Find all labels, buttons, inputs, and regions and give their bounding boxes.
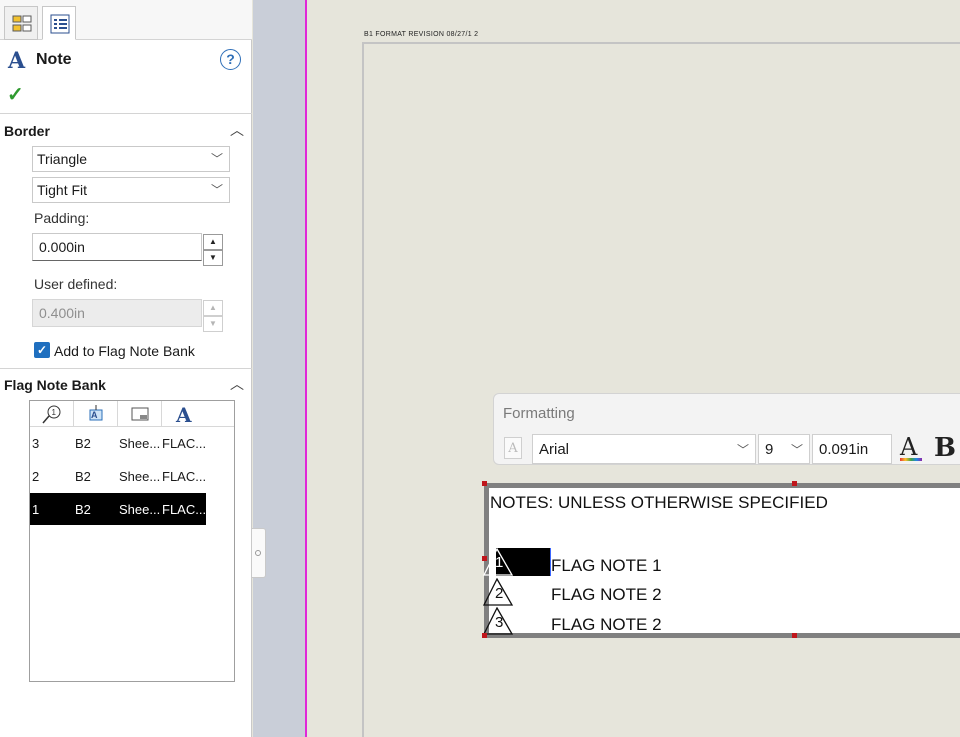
border-size-value: Tight Fit (37, 182, 88, 198)
flag-bank-group-title: Flag Note Bank (4, 377, 106, 393)
border-group-title: Border (4, 123, 50, 139)
color-swatch-bar (900, 458, 922, 461)
column-header-text[interactable]: A (162, 401, 206, 427)
property-header: A Note ? ✓ (0, 44, 252, 114)
resize-handle[interactable] (482, 556, 487, 561)
table-row[interactable]: 2 B2 Shee... FLAC... (30, 460, 206, 492)
row-number: 2 (32, 469, 40, 484)
flag-number: 1 (495, 554, 504, 571)
bold-button[interactable]: B (934, 433, 956, 463)
resize-handle[interactable] (482, 633, 487, 638)
flag-note-bank-list[interactable]: 1 A A 3 B2 Shee... FLAC... 2 B2 Shee... … (29, 400, 235, 682)
user-defined-label: User defined: (34, 276, 118, 292)
splitter-grip-handle[interactable] (252, 528, 266, 578)
padding-value: 0.000in (39, 239, 85, 255)
row-zone: B2 (75, 436, 91, 451)
font-size-select[interactable]: 9 ﹀ (758, 434, 810, 464)
svg-text:1: 1 (52, 408, 57, 417)
table-row[interactable]: 3 B2 Shee... FLAC... (30, 427, 206, 459)
help-icon[interactable]: ? (220, 49, 241, 70)
panel-tab-strip (0, 0, 252, 40)
increment-arrow-icon[interactable]: ▲ (203, 234, 223, 250)
column-header-zone[interactable]: A (74, 401, 118, 427)
chevron-down-icon: ﹀ (210, 183, 223, 197)
text-height-value: 0.091in (819, 441, 869, 458)
row-number: 1 (32, 502, 40, 517)
property-manager-panel: A Note ? ✓ Border ︿ Triangle ﹀ Tight Fit… (0, 0, 252, 737)
flag-bank-group-header[interactable]: Flag Note Bank ︿ (0, 372, 252, 398)
flag-note-text: FLAG NOTE 1 (551, 556, 662, 575)
padding-input[interactable]: 0.000in (32, 233, 202, 261)
text-note-icon: A (175, 403, 192, 425)
property-list-icon (50, 14, 70, 34)
text-style-icon[interactable]: A (504, 437, 522, 459)
increment-arrow-icon: ▲ (203, 300, 223, 316)
border-group-header[interactable]: Border ︿ (0, 118, 252, 144)
format-revision-label: B1 FORMAT REVISION 08/27/1 2 (364, 31, 479, 38)
table-row-selected[interactable]: 1 B2 Shee... FLAC... (30, 493, 206, 525)
row-text: FLAC... (162, 436, 207, 451)
chevron-down-icon: ﹀ (736, 443, 749, 457)
svg-text:A: A (91, 410, 98, 420)
zone-icon: A (89, 405, 103, 421)
row-text: FLAC... (162, 469, 207, 484)
row-zone: B2 (75, 502, 91, 517)
font-value: Arial (539, 441, 570, 458)
padding-label: Padding: (34, 210, 90, 226)
column-header-number[interactable]: 1 (30, 401, 74, 427)
svg-text:A: A (175, 403, 192, 425)
search-number-icon: 1 (42, 405, 61, 424)
tab-feature-manager[interactable] (4, 6, 38, 40)
formatting-title: Formatting (503, 405, 575, 422)
chevron-down-icon: ﹀ (790, 443, 803, 457)
feature-tree-icon (12, 15, 32, 32)
collapse-chevron-icon[interactable]: ︿ (230, 374, 244, 394)
column-header-sheet[interactable] (118, 401, 162, 427)
border-shape-select[interactable]: Triangle ﹀ (32, 146, 230, 172)
flag-note-text: FLAG NOTE 2 (551, 585, 662, 604)
row-number: 3 (32, 436, 40, 451)
flag-note-text: FLAG NOTE 2 (551, 615, 662, 634)
row-text: FLAC... (162, 502, 207, 517)
font-size-value: 9 (765, 441, 774, 458)
font-select[interactable]: Arial ﹀ (532, 434, 756, 464)
formatting-toolbar: Formatting A Arial ﹀ 9 ﹀ 0.091in A B (493, 393, 960, 465)
page-title: Note (36, 51, 72, 68)
user-defined-value: 0.400in (39, 305, 85, 321)
resize-handle[interactable] (792, 481, 797, 486)
note-heading: NOTES: UNLESS OTHERWISE SPECIFIED (490, 493, 828, 512)
sheet-boundary-line (305, 0, 307, 737)
divider (0, 368, 252, 369)
note-box[interactable]: NOTES: UNLESS OTHERWISE SPECIFIED 1 FLAG… (483, 483, 960, 638)
add-to-bank-label[interactable]: Add to Flag Note Bank (54, 343, 195, 359)
panel-splitter[interactable] (253, 0, 305, 737)
chevron-down-icon: ﹀ (210, 152, 223, 166)
row-sheet: Shee... (119, 436, 161, 451)
note-icon: A (8, 48, 26, 74)
user-defined-input: 0.400in (32, 299, 202, 327)
row-sheet: Shee... (119, 469, 161, 484)
tab-property-manager[interactable] (42, 6, 76, 40)
flag-number: 2 (495, 585, 504, 602)
sheet-icon (131, 407, 149, 421)
text-height-input[interactable]: 0.091in (812, 434, 892, 464)
collapse-chevron-icon[interactable]: ︿ (230, 120, 244, 140)
border-shape-value: Triangle (37, 151, 88, 167)
resize-handle[interactable] (482, 481, 487, 486)
decrement-arrow-icon: ▼ (203, 316, 223, 332)
decrement-arrow-icon[interactable]: ▼ (203, 250, 223, 266)
resize-handle[interactable] (792, 633, 797, 638)
flag-number: 3 (495, 614, 504, 631)
ok-checkmark-icon[interactable]: ✓ (7, 82, 24, 107)
font-color-icon[interactable]: A (900, 433, 917, 461)
user-defined-stepper: ▲ ▼ (203, 300, 223, 332)
row-zone: B2 (75, 469, 91, 484)
add-to-bank-checkbox[interactable]: ✓ (34, 342, 50, 358)
border-size-select[interactable]: Tight Fit ﹀ (32, 177, 230, 203)
bank-column-headers: 1 A A (30, 401, 234, 427)
padding-stepper[interactable]: ▲ ▼ (203, 234, 223, 266)
row-sheet: Shee... (119, 502, 161, 517)
